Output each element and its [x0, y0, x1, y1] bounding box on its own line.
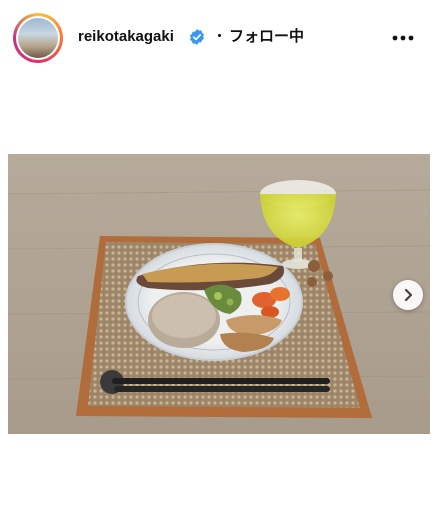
- next-image-button[interactable]: [393, 280, 423, 310]
- username-link[interactable]: reikotakagaki: [78, 28, 174, 46]
- post-image: [8, 154, 430, 434]
- avatar[interactable]: [13, 13, 63, 63]
- more-options-icon[interactable]: [388, 26, 418, 50]
- chevron-right-icon: [404, 288, 413, 302]
- avatar-frame: [16, 16, 60, 60]
- follow-status-button[interactable]: フォロー中: [229, 28, 304, 46]
- avatar-photo: [18, 18, 58, 58]
- post-header: reikotakagaki ・ フォロー中: [0, 0, 438, 76]
- verified-badge-icon: [190, 29, 204, 45]
- separator-dot: ・: [212, 28, 228, 45]
